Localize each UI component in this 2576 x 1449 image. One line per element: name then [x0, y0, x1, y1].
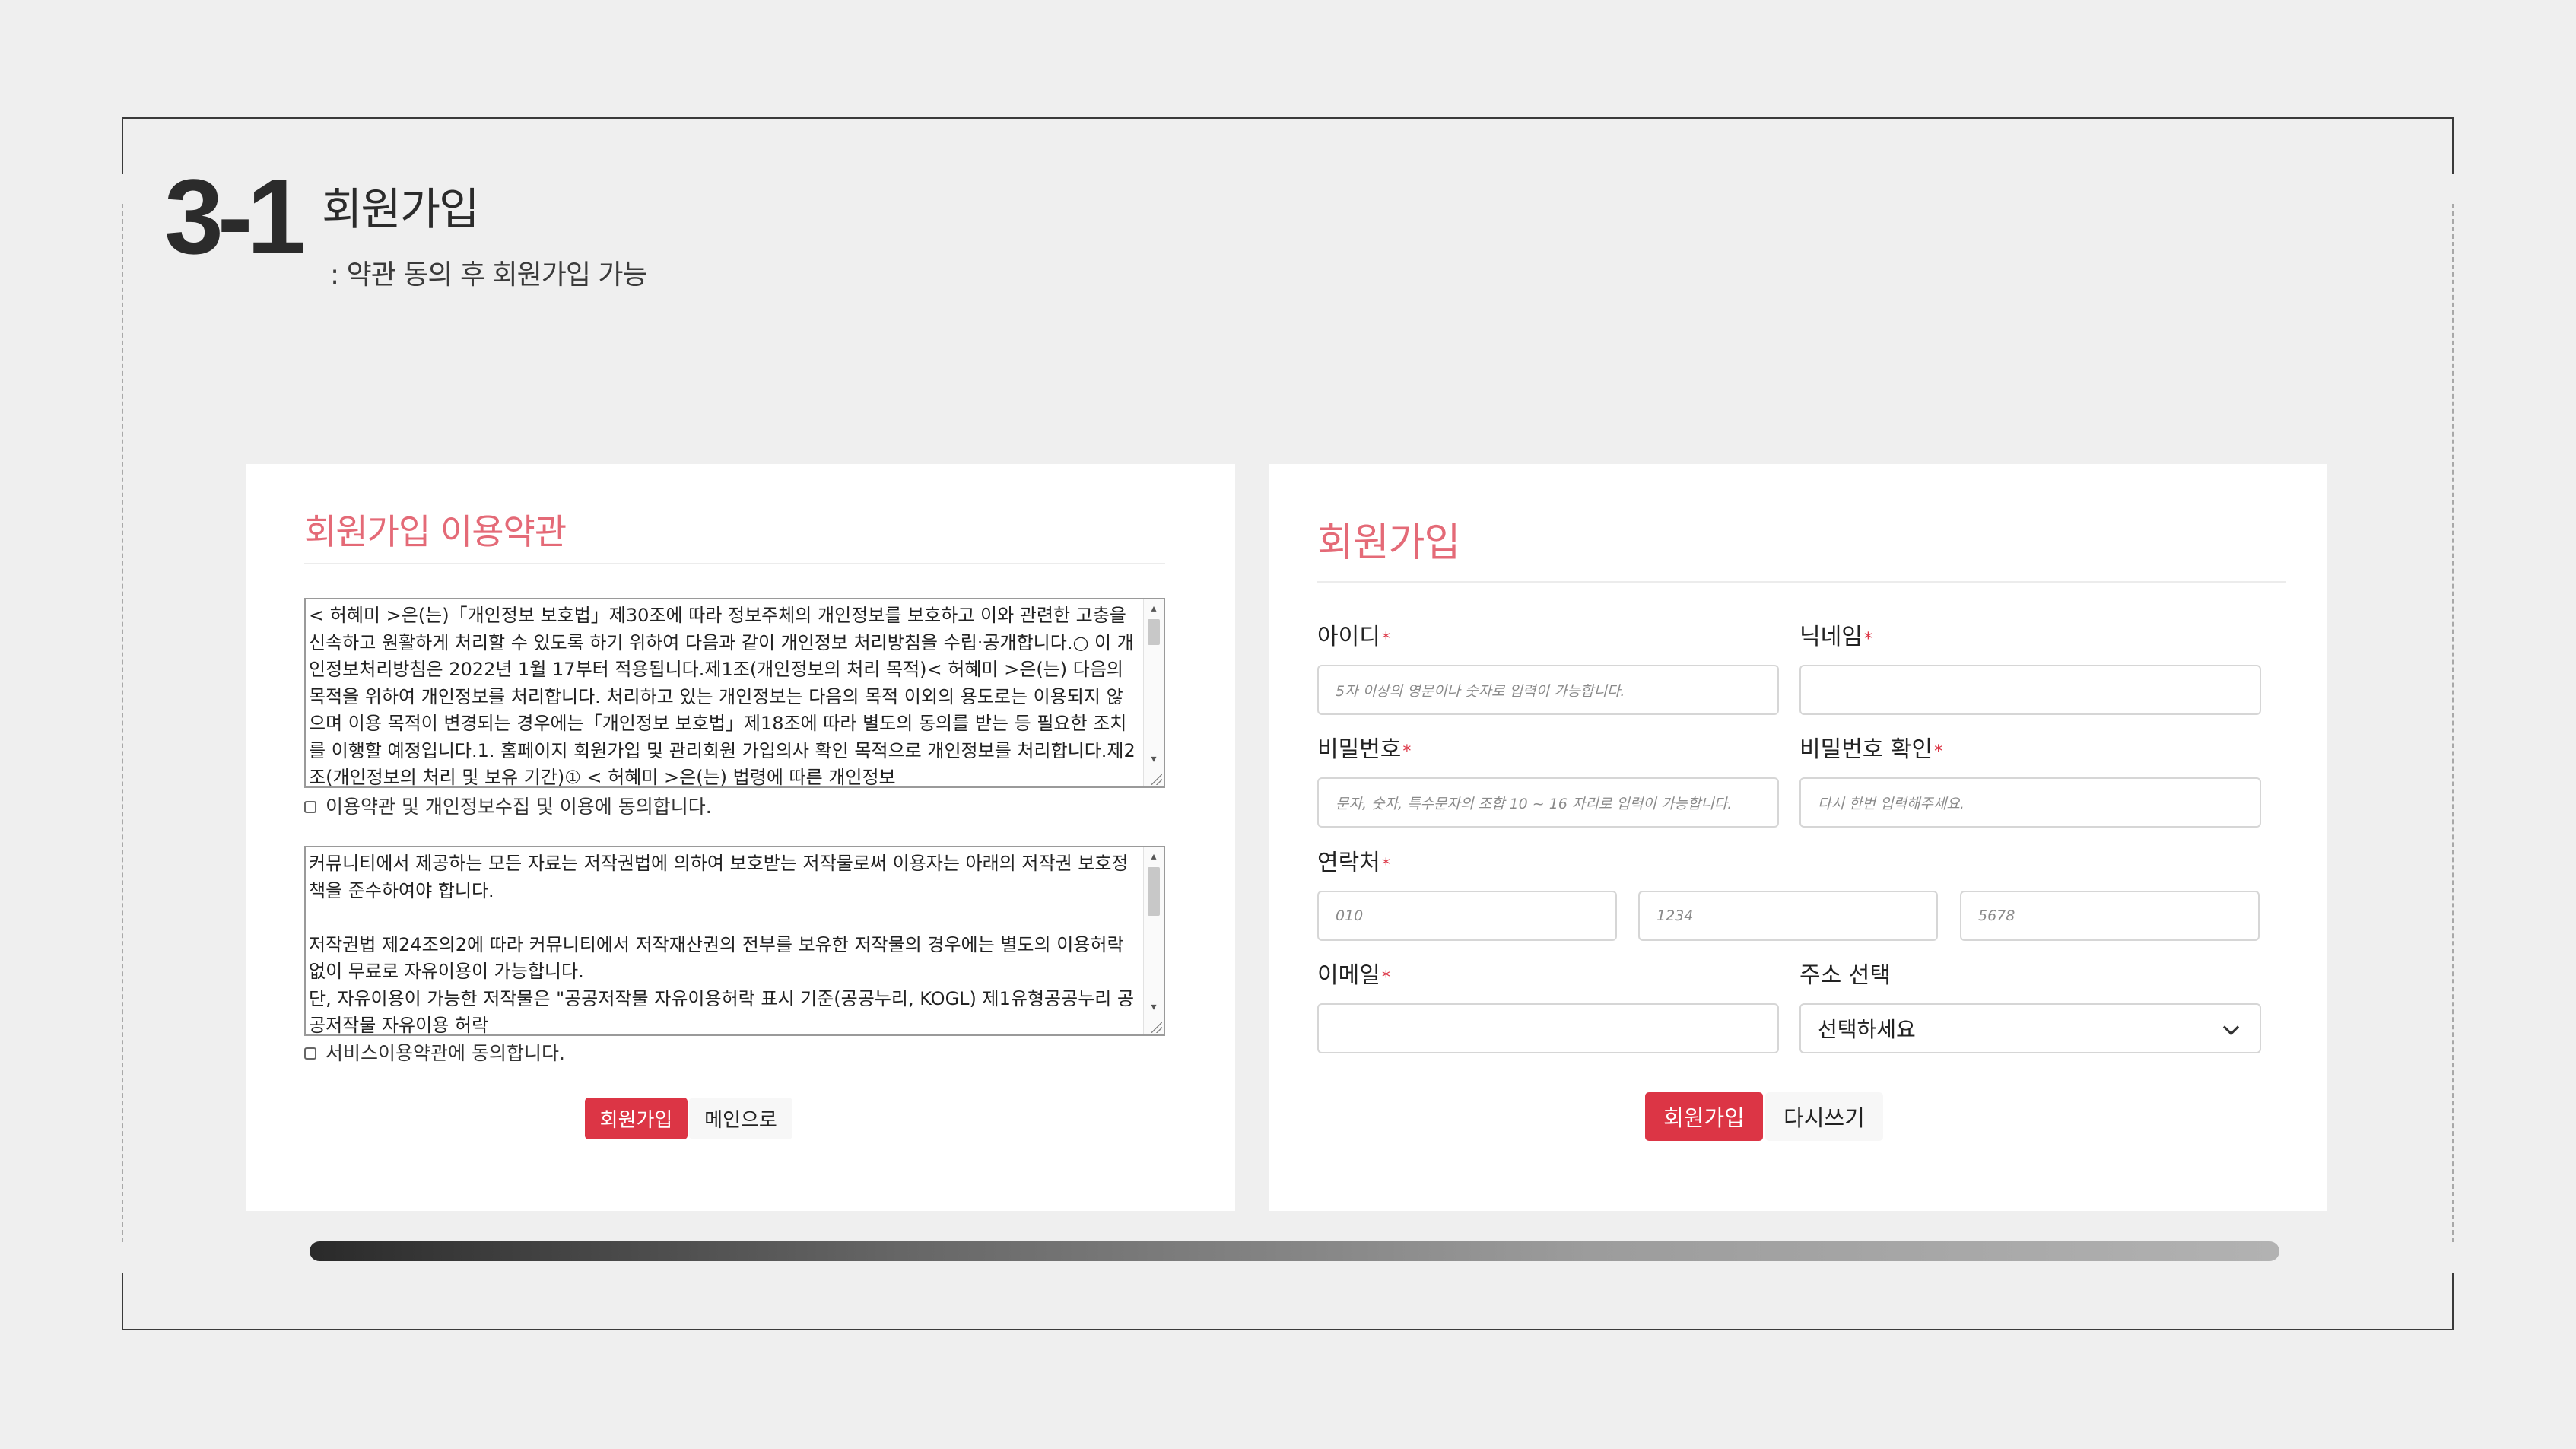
- scroll-down-arrow-icon[interactable]: ▾: [1144, 999, 1164, 1015]
- service-agree-row[interactable]: 서비스이용약관에 동의합니다.: [304, 1044, 565, 1063]
- terms-title: 회원가입 이용약관: [304, 511, 567, 552]
- service-agree-checkbox[interactable]: [304, 1047, 316, 1060]
- slide-subtitle: : 약관 동의 후 회원가입 가능: [330, 259, 648, 291]
- privacy-agree-checkbox[interactable]: [304, 800, 316, 813]
- privacy-terms-text: < 허혜미 >은(는)「개인정보 보호법」제30조에 따라 정보주체의 개인정보…: [309, 605, 1136, 786]
- frame-left-top-tick: [122, 117, 123, 174]
- service-terms-scrollbar[interactable]: ▴ ▾: [1143, 847, 1164, 1034]
- scrollbar-thumb[interactable]: [1148, 867, 1160, 916]
- scroll-down-arrow-icon[interactable]: ▾: [1144, 752, 1164, 767]
- service-terms-text: 커뮤니티에서 제공하는 모든 자료는 저작권법에 의하여 보호받는 저작물로써 …: [309, 853, 1135, 1034]
- signup-form-panel: 회원가입 아이디* 닉네임* 5자 이상의 영문이나 숫자로 입력이 가능합니다…: [1269, 464, 2327, 1211]
- terms-title-divider: [304, 563, 1165, 564]
- phone-input-1[interactable]: 010: [1317, 891, 1617, 941]
- terms-panel: 회원가입 이용약관 < 허혜미 >은(는)「개인정보 보호법」제30조에 따라 …: [246, 464, 1235, 1211]
- resize-grip-icon[interactable]: [1151, 774, 1162, 785]
- terms-signup-button[interactable]: 회원가입: [585, 1098, 688, 1139]
- phone-input-3[interactable]: 5678: [1960, 891, 2260, 941]
- address-select-value: 선택하세요: [1818, 1017, 1916, 1042]
- progress-bar: [310, 1241, 2279, 1261]
- privacy-agree-label: 이용약관 및 개인정보수집 및 이용에 동의합니다.: [326, 796, 712, 818]
- form-title: 회원가입: [1317, 520, 1460, 566]
- chevron-down-icon: [2222, 1018, 2240, 1036]
- privacy-terms-textarea[interactable]: < 허혜미 >은(는)「개인정보 보호법」제30조에 따라 정보주체의 개인정보…: [304, 598, 1165, 788]
- scrollbar-thumb[interactable]: [1148, 619, 1160, 645]
- slide-title: 회원가입: [322, 183, 479, 235]
- phone-input-2[interactable]: 1234: [1638, 891, 1938, 941]
- password-label: 비밀번호*: [1317, 736, 1412, 763]
- frame-right-top-tick: [2452, 117, 2454, 174]
- go-main-button[interactable]: 메인으로: [689, 1098, 792, 1139]
- password-input[interactable]: 문자, 숫자, 특수문자의 조합 10 ~ 16 자리로 입력이 가능합니다.: [1317, 777, 1779, 828]
- frame-right-bottom-tick: [2452, 1273, 2454, 1330]
- id-input[interactable]: 5자 이상의 영문이나 숫자로 입력이 가능합니다.: [1317, 665, 1779, 715]
- form-title-divider: [1317, 581, 2286, 583]
- password-confirm-input[interactable]: 다시 한번 입력해주세요.: [1799, 777, 2261, 828]
- required-mark: *: [1381, 630, 1390, 649]
- form-signup-button[interactable]: 회원가입: [1645, 1092, 1763, 1141]
- id-label: 아이디*: [1317, 624, 1390, 650]
- frame-right-dashed-line: [2452, 204, 2454, 1242]
- required-mark: *: [1381, 856, 1390, 875]
- scroll-up-arrow-icon[interactable]: ▴: [1144, 601, 1164, 616]
- privacy-agree-row[interactable]: 이용약관 및 개인정보수집 및 이용에 동의합니다.: [304, 797, 712, 816]
- required-mark: *: [1863, 630, 1872, 649]
- frame-top-line: [122, 117, 2454, 119]
- frame-bottom-line: [122, 1329, 2454, 1330]
- required-mark: *: [1381, 968, 1390, 987]
- phone-label: 연락처*: [1317, 850, 1390, 876]
- reset-button[interactable]: 다시쓰기: [1765, 1092, 1883, 1141]
- nickname-input[interactable]: [1799, 665, 2261, 715]
- password-confirm-label: 비밀번호 확인*: [1799, 736, 1943, 763]
- privacy-terms-scrollbar[interactable]: ▴ ▾: [1143, 599, 1164, 786]
- resize-grip-icon[interactable]: [1151, 1022, 1162, 1033]
- required-mark: *: [1402, 742, 1412, 761]
- frame-left-dashed-line: [122, 204, 123, 1242]
- service-agree-label: 서비스이용약관에 동의합니다.: [326, 1042, 565, 1064]
- address-label: 주소 선택: [1799, 962, 1891, 989]
- service-terms-textarea[interactable]: 커뮤니티에서 제공하는 모든 자료는 저작권법에 의하여 보호받는 저작물로써 …: [304, 846, 1165, 1036]
- nickname-label: 닉네임*: [1799, 624, 1872, 650]
- email-label: 이메일*: [1317, 962, 1390, 989]
- slide-number: 3-1: [164, 157, 306, 276]
- scroll-up-arrow-icon[interactable]: ▴: [1144, 849, 1164, 864]
- required-mark: *: [1934, 742, 1943, 761]
- frame-left-bottom-tick: [122, 1273, 123, 1330]
- email-input[interactable]: [1317, 1003, 1779, 1053]
- address-select[interactable]: 선택하세요: [1799, 1003, 2261, 1053]
